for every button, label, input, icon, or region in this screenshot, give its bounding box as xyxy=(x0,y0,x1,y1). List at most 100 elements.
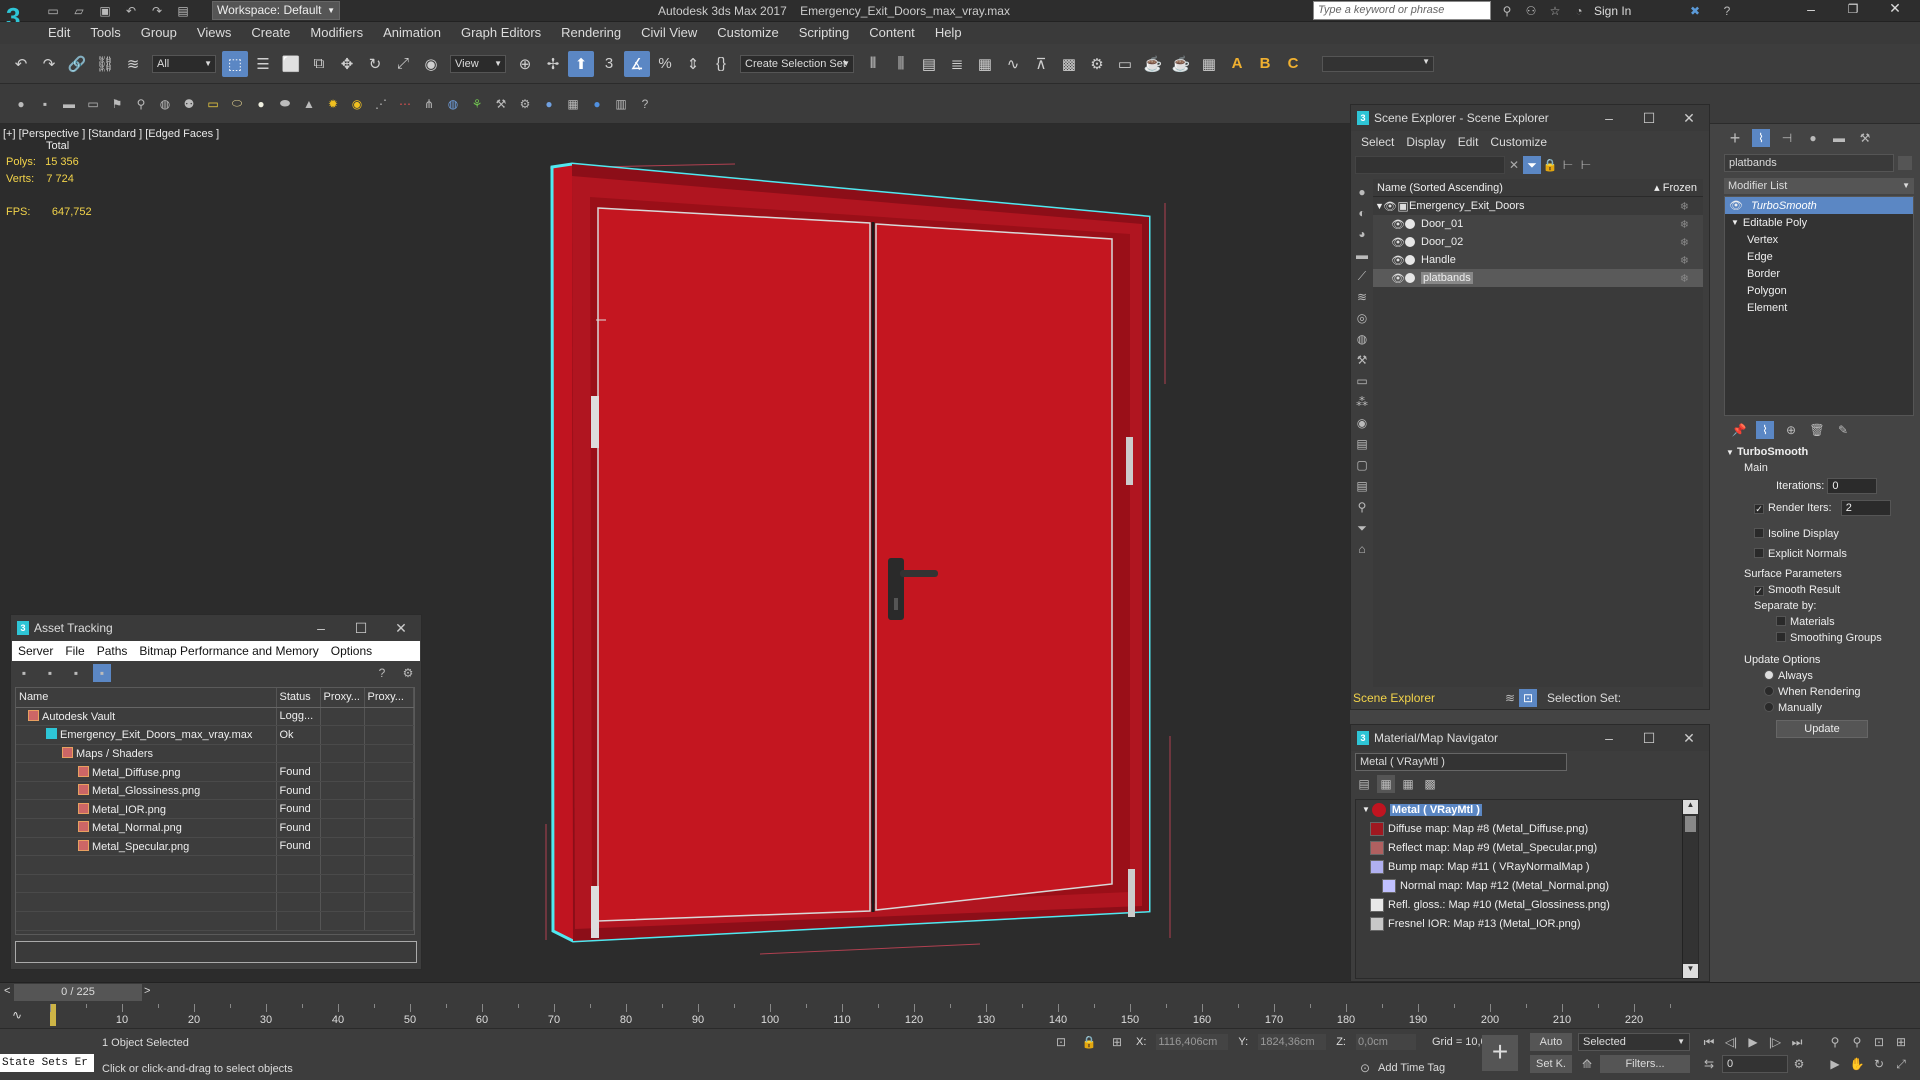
smooth-result-checkbox[interactable]: ✓ xyxy=(1754,586,1764,596)
vray-sphere2-icon[interactable]: ● xyxy=(252,95,270,113)
map-row[interactable]: Refl. gloss.: Map #10 (Metal_Glossiness.… xyxy=(1356,895,1698,914)
col-status[interactable]: Status xyxy=(276,688,321,708)
maximize-button[interactable]: ☐ xyxy=(1629,110,1669,127)
sign-in-link[interactable]: Sign In xyxy=(1594,4,1631,18)
vray-camera-icon[interactable]: ● xyxy=(588,95,606,113)
key-mode-icon[interactable]: ⟰ xyxy=(1578,1055,1596,1073)
minimize-button[interactable]: – xyxy=(1589,110,1629,127)
vray-sun-light-icon[interactable]: ✹ xyxy=(324,95,342,113)
refresh-icon[interactable]: ▪ xyxy=(15,664,33,682)
vray-light-icon[interactable]: ● xyxy=(12,95,30,113)
table-row[interactable]: Metal_Diffuse.png Found xyxy=(16,762,414,782)
auto-key-button[interactable]: Auto xyxy=(1530,1033,1572,1051)
stack-item-editable-poly[interactable]: ▼ Editable Poly xyxy=(1725,214,1913,231)
absolute-mode-icon[interactable]: ⊞ xyxy=(1108,1033,1126,1051)
spinner-snap-icon[interactable]: ⇕ xyxy=(680,51,706,77)
select-manipulate-icon[interactable]: ✢ xyxy=(540,51,566,77)
filter-icon[interactable]: ⏷ xyxy=(1523,156,1541,174)
curve-editor-mini-icon[interactable]: ∿ xyxy=(12,1008,22,1022)
select-object-icon[interactable]: ⬚ xyxy=(222,50,248,77)
maxscript-listener[interactable]: State Sets Er xyxy=(0,1054,94,1072)
toolbar-extra-dropdown[interactable]: ▼ xyxy=(1322,55,1434,72)
user-icon[interactable]: ◔ xyxy=(1570,2,1588,20)
time-config-icon[interactable]: ⚙ xyxy=(1790,1055,1808,1073)
table-row[interactable]: Maps / Shaders xyxy=(16,744,414,764)
schematic-view-icon[interactable]: ⊼ xyxy=(1028,51,1054,77)
vray-toolbar-c-icon[interactable]: C xyxy=(1280,51,1306,77)
display-frozen-icon[interactable]: ⁂ xyxy=(1353,393,1371,411)
menu-scripting[interactable]: Scripting xyxy=(789,22,860,44)
vray-stretch-icon[interactable]: ⋔ xyxy=(420,95,438,113)
help-icon[interactable]: ? xyxy=(1718,2,1736,20)
display-bones-icon[interactable]: ⚒ xyxy=(1353,351,1371,369)
menu-display[interactable]: Display xyxy=(1400,135,1451,149)
snaps-toggle-icon[interactable]: 3 xyxy=(596,51,622,77)
track-bar[interactable]: ∿ 10 20 30 40 50 60 70 80 90 100 110 120 130 140 150 16… xyxy=(0,1002,1920,1028)
menu-edit[interactable]: Edit xyxy=(38,22,80,44)
rect-selection-icon[interactable]: ⬜ xyxy=(278,51,304,77)
freeze-icon[interactable]: ❄ xyxy=(1680,272,1689,285)
render-iters-checkbox[interactable]: ✓ xyxy=(1754,504,1764,514)
scene-item-row[interactable]: 👁 Handle ❄ xyxy=(1373,251,1703,269)
vray-mesh-icon[interactable]: ◍ xyxy=(156,95,174,113)
hierarchy-icon[interactable]: ⊢ xyxy=(1559,156,1577,174)
vray-sphere-icon[interactable]: ⚲ xyxy=(132,95,150,113)
set-key-button[interactable]: Set K. xyxy=(1530,1055,1572,1073)
eye-icon[interactable]: 👁 xyxy=(1391,254,1405,267)
time-slider[interactable]: < 0 / 225 > xyxy=(0,982,1920,1002)
layers-icon[interactable]: ≋ xyxy=(1501,689,1519,707)
time-tag[interactable]: ⊙ Add Time Tag xyxy=(1356,1059,1445,1077)
asset-path-field[interactable] xyxy=(15,941,417,963)
table-row[interactable]: Metal_IOR.png Found xyxy=(16,799,414,820)
zoom-extents-icon[interactable]: ⊡ xyxy=(1870,1033,1888,1051)
lock-icon[interactable]: 🔒 xyxy=(1541,156,1559,174)
map-row[interactable]: Fresnel IOR: Map #13 (Metal_IOR.png) xyxy=(1356,914,1698,933)
stack-sub-vertex[interactable]: Vertex xyxy=(1725,231,1913,248)
menu-server[interactable]: Server xyxy=(12,644,59,658)
render-iters-spinner[interactable]: 2 xyxy=(1840,500,1891,516)
render-iterative-icon[interactable]: ☕ xyxy=(1168,51,1194,77)
clear-search-icon[interactable]: ✕ xyxy=(1505,156,1523,174)
play-icon[interactable]: ▶ xyxy=(1744,1033,1762,1051)
material-navigator-titlebar[interactable]: 3 Material/Map Navigator – ☐ ✕ xyxy=(1351,725,1709,751)
asset-tracking-titlebar[interactable]: 3 Asset Tracking – ☐ ✕ xyxy=(11,615,421,641)
eye-icon[interactable]: 👁 xyxy=(1391,272,1405,285)
vray-clipper-icon[interactable]: ⬬ xyxy=(276,95,294,113)
new-file-icon[interactable]: ▭ xyxy=(44,2,62,20)
percent-snap-icon[interactable]: % xyxy=(652,51,678,77)
bind-space-warp-icon[interactable]: ≋ xyxy=(120,51,146,77)
material-tree-scrollbar[interactable]: ▲ ▼ xyxy=(1682,800,1698,978)
stack-sub-polygon[interactable]: Polygon xyxy=(1725,282,1913,299)
close-button[interactable]: ✕ xyxy=(1874,0,1916,17)
motion-tab-icon[interactable]: ● xyxy=(1804,129,1822,147)
search-input[interactable]: Type a keyword or phrase xyxy=(1313,1,1491,20)
scene-item-row[interactable]: 👁 Door_01 ❄ xyxy=(1373,215,1703,233)
vray-toolbar-b-icon[interactable]: B xyxy=(1252,51,1278,77)
hierarchy-tab-icon[interactable]: ⊣ xyxy=(1778,129,1796,147)
display-invert-icon[interactable]: ▤ xyxy=(1353,477,1371,495)
map-row[interactable]: Normal map: Map #12 (Metal_Normal.png) xyxy=(1356,876,1698,895)
toggle-scene-explorer-icon[interactable]: ▤ xyxy=(916,51,942,77)
undo-icon[interactable]: ↶ xyxy=(122,2,140,20)
reference-coord-dropdown[interactable]: View ▼ xyxy=(450,54,506,73)
make-unique-icon[interactable]: ⊕ xyxy=(1782,421,1800,439)
menu-content[interactable]: Content xyxy=(859,22,925,44)
display-lights-icon[interactable]: ◕ xyxy=(1353,225,1371,243)
menu-create[interactable]: Create xyxy=(241,22,300,44)
eye-icon[interactable]: 👁 xyxy=(1729,199,1743,212)
scene-item-row-selected[interactable]: 👁 platbands ❄ xyxy=(1373,269,1703,287)
window-crossing-icon[interactable]: ⧉ xyxy=(306,51,332,77)
selection-filter-icon[interactable]: ⊡ xyxy=(1519,689,1537,707)
vray-ball-icon[interactable]: ● xyxy=(540,95,558,113)
iterations-spinner[interactable]: 0 xyxy=(1827,478,1878,494)
display-geometry-icon[interactable]: ● xyxy=(1353,183,1371,201)
table-row[interactable]: Metal_Normal.png Found xyxy=(16,818,414,838)
scene-search-input[interactable] xyxy=(1355,156,1505,174)
menu-graph-editors[interactable]: Graph Editors xyxy=(451,22,551,44)
mirror-icon[interactable]: ⫴ xyxy=(860,51,886,77)
vray-tool-icon[interactable]: ⚒ xyxy=(492,95,510,113)
fov-icon[interactable]: ▶ xyxy=(1826,1055,1844,1073)
map-row[interactable]: Diffuse map: Map #8 (Metal_Diffuse.png) xyxy=(1356,819,1698,838)
binoculars-icon[interactable]: ⚲ xyxy=(1498,2,1516,20)
vray-fur-icon[interactable]: ⬭ xyxy=(228,95,246,113)
